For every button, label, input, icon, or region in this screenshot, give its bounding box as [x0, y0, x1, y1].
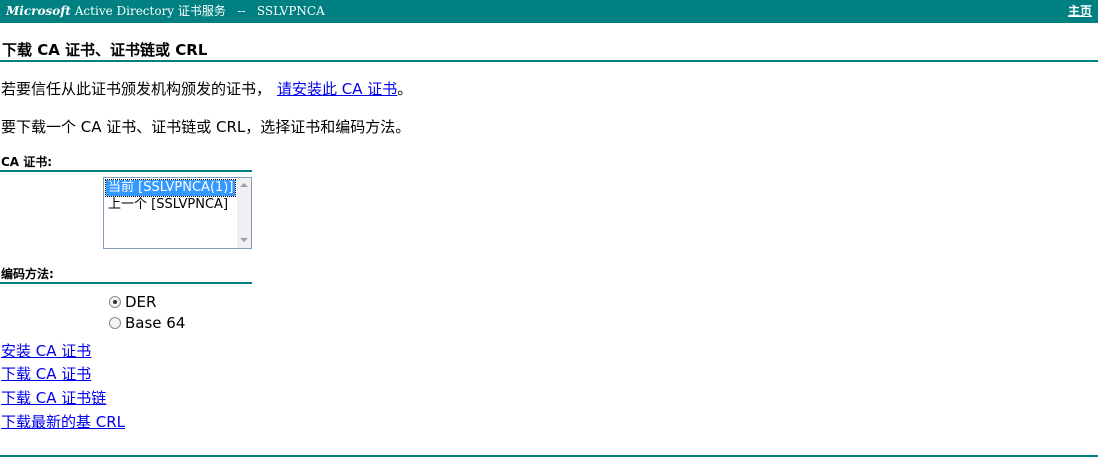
ca-cert-divider	[0, 170, 252, 172]
der-label: DER	[125, 293, 157, 311]
download-chain-link[interactable]: 下载 CA 证书链	[1, 388, 106, 408]
ca-cert-option-previous[interactable]: 上一个 [SSLVPNCA]	[106, 197, 230, 213]
install-ca-inline-link[interactable]: 请安装此 CA 证书	[277, 80, 397, 98]
intro-text: 若要信任从此证书颁发机构颁发的证书，	[1, 80, 272, 98]
scroll-up-icon[interactable]	[240, 183, 248, 187]
install-ca-link[interactable]: 安装 CA 证书	[1, 341, 91, 361]
encoding-option-base64[interactable]: Base 64	[109, 313, 185, 333]
instruction-text: 要下载一个 CA 证书、证书链或 CRL，选择证书和编码方法。	[1, 118, 411, 136]
intro-paragraph: 若要信任从此证书颁发机构颁发的证书， 请安装此 CA 证书。	[1, 79, 412, 99]
encoding-option-der[interactable]: DER	[109, 292, 156, 312]
home-link[interactable]: 主页	[1068, 3, 1092, 19]
intro-suffix: 。	[397, 80, 413, 98]
header-title: Active Directory 证书服务 -- SSLVPNCA	[70, 4, 325, 18]
encoding-label: 编码方法:	[1, 267, 54, 281]
base64-radio[interactable]	[109, 317, 121, 329]
title-divider	[0, 60, 1098, 62]
header-bar: Microsoft Active Directory 证书服务 -- SSLVP…	[0, 0, 1098, 23]
footer-divider	[0, 455, 1098, 457]
der-radio[interactable]	[109, 296, 121, 308]
ca-cert-label: CA 证书:	[1, 155, 53, 169]
encoding-divider	[0, 282, 252, 284]
page-title: 下载 CA 证书、证书链或 CRL	[2, 41, 208, 59]
header-brand: Microsoft Active Directory 证书服务 -- SSLVP…	[6, 4, 325, 19]
ca-cert-listbox[interactable]: 当前 [SSLVPNCA(1)] 上一个 [SSLVPNCA]	[103, 177, 252, 249]
scroll-down-icon[interactable]	[240, 238, 248, 242]
download-ca-link[interactable]: 下载 CA 证书	[1, 364, 91, 384]
base64-label: Base 64	[125, 314, 186, 332]
download-crl-link[interactable]: 下载最新的基 CRL	[1, 412, 125, 432]
listbox-scrollbar[interactable]	[237, 178, 251, 248]
ca-cert-option-current[interactable]: 当前 [SSLVPNCA(1)]	[104, 179, 237, 197]
microsoft-logo: Microsoft	[6, 4, 71, 18]
